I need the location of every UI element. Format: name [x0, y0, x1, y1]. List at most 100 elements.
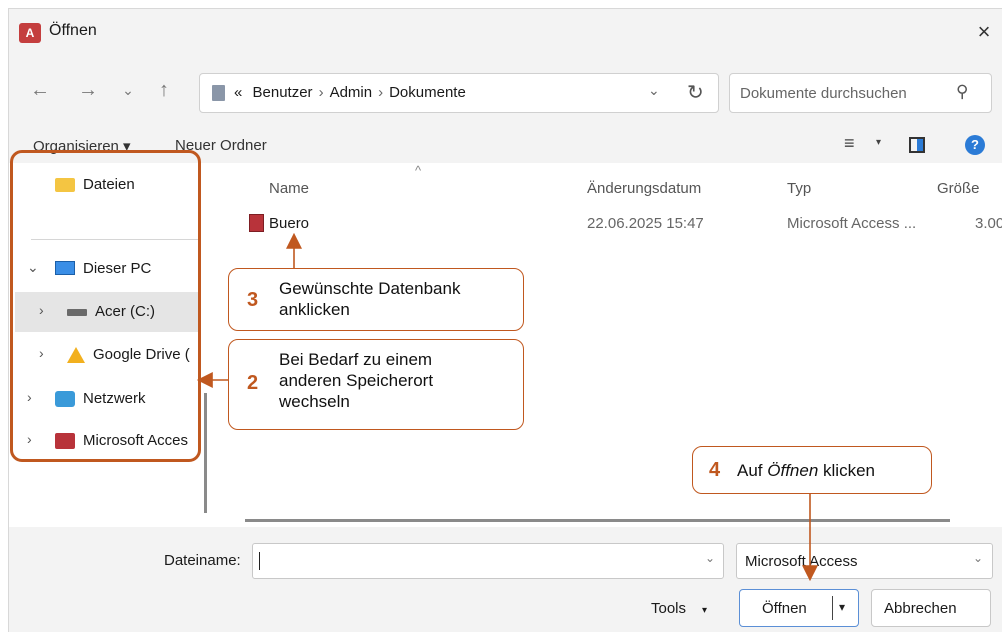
title-bar: A Öffnen ×: [9, 9, 1002, 55]
column-header-date[interactable]: Änderungsdatum: [587, 180, 701, 197]
address-bar[interactable]: « Benutzer › Admin › Dokumente ⌄ ↻: [199, 73, 719, 113]
sidebar-item-netzwerk[interactable]: › Netzwerk: [9, 379, 199, 419]
breadcrumb-dokumente[interactable]: Dokumente: [389, 84, 466, 101]
access-file-icon: [249, 214, 264, 232]
sidebar-scrollbar[interactable]: [204, 393, 207, 513]
breadcrumb-overflow-icon[interactable]: «: [234, 84, 242, 101]
dialog-footer: Dateiname: ⌄ Microsoft Access ⌄ Tools ▾ Ö…: [9, 527, 1002, 632]
dialog-title: Öffnen: [49, 22, 97, 39]
network-icon: [55, 391, 75, 407]
search-placeholder: Dokumente durchsuchen: [740, 85, 907, 102]
table-row[interactable]: Buero 22.06.2025 15:47 Microsoft Access …: [237, 209, 1002, 239]
column-header-size[interactable]: Größe: [937, 180, 980, 197]
sidebar-item-label: Dateien: [83, 176, 135, 193]
sidebar-item-label: Dieser PC: [83, 260, 152, 277]
new-folder-button[interactable]: Neuer Ordner: [175, 137, 267, 154]
file-name[interactable]: Buero: [269, 215, 309, 232]
breadcrumb-benutzer[interactable]: Benutzer: [247, 84, 313, 101]
sidebar-item-google-drive[interactable]: › Google Drive (: [9, 335, 201, 375]
tools-dropdown-icon: ▾: [702, 605, 708, 616]
collapsed-chevron-icon[interactable]: ›: [39, 345, 44, 361]
column-header-type[interactable]: Typ: [787, 180, 811, 197]
sidebar-item-label: Acer (C:): [95, 303, 155, 320]
split-divider: [832, 596, 833, 620]
documents-icon: [212, 85, 225, 101]
callout-step-3: 3 Gewünschte Datenbank anklicken: [228, 268, 524, 331]
tools-label: Tools: [651, 600, 687, 617]
forward-arrow-icon[interactable]: →: [73, 75, 103, 105]
callout-text: Bei Bedarf zu einem anderen Speicherort …: [279, 349, 433, 412]
breadcrumb-separator-icon[interactable]: ›: [313, 84, 330, 101]
file-type-value: Microsoft Access: [745, 553, 858, 570]
view-dropdown-icon[interactable]: ▾: [876, 137, 881, 148]
sidebar-item-label: Netzwerk: [83, 390, 146, 407]
breadcrumb-admin[interactable]: Admin: [330, 84, 373, 101]
access-icon: [55, 433, 75, 449]
view-options-icon[interactable]: ≡: [844, 133, 855, 154]
folder-icon: [55, 178, 75, 192]
chevron-down-icon[interactable]: ⌄: [705, 551, 715, 565]
cancel-button-label: Abbrechen: [884, 600, 957, 617]
google-drive-icon: [67, 347, 85, 363]
drive-icon: [67, 309, 87, 316]
expanded-chevron-icon[interactable]: ⌄: [27, 259, 39, 276]
sidebar-item-dieser-pc[interactable]: ⌄ Dieser PC: [9, 249, 199, 289]
callout-line: anklicken: [279, 300, 350, 319]
callout-step-4: 4 Auf Öffnen klicken: [692, 446, 932, 494]
cancel-button[interactable]: Abbrechen: [871, 589, 991, 627]
step-number: 4: [709, 459, 721, 481]
preview-pane-icon[interactable]: [909, 137, 925, 153]
callout-line: wechseln: [279, 392, 350, 411]
navigation-pane: Dateien ⌄ Dieser PC › Acer (C:) › Google…: [9, 163, 217, 527]
callout-emphasis: Öffnen: [767, 461, 819, 480]
sidebar-item-microsoft-access[interactable]: › Microsoft Acces: [9, 421, 199, 461]
sidebar-item-dateien[interactable]: Dateien: [9, 165, 199, 205]
callout-line: Gewünschte Datenbank: [279, 279, 461, 298]
filename-label: Dateiname:: [164, 552, 241, 569]
refresh-icon[interactable]: ↻: [687, 80, 704, 105]
open-button[interactable]: Öffnen ▾: [739, 589, 859, 627]
search-box[interactable]: Dokumente durchsuchen ⚲: [729, 73, 992, 113]
recent-locations-chevron-icon[interactable]: ⌄: [113, 75, 143, 105]
callout-line: Bei Bedarf zu einem: [279, 350, 433, 369]
sort-ascending-icon: ^: [415, 163, 422, 178]
callout-suffix: klicken: [818, 461, 875, 480]
sidebar-item-label: Google Drive (: [93, 346, 190, 363]
tools-menu-button[interactable]: Tools ▾: [651, 600, 707, 617]
access-app-icon: A: [19, 23, 41, 43]
file-date: 22.06.2025 15:47: [587, 215, 704, 232]
horizontal-scrollbar[interactable]: [245, 519, 950, 522]
open-button-label: Öffnen: [762, 600, 807, 617]
breadcrumb-separator-icon[interactable]: ›: [372, 84, 389, 101]
file-size: 3.000: [975, 215, 1002, 232]
collapsed-chevron-icon[interactable]: ›: [27, 389, 32, 405]
callout-prefix: Auf: [737, 461, 768, 480]
pc-icon: [55, 261, 75, 275]
organize-button[interactable]: Organisieren ▾: [33, 137, 131, 155]
collapsed-chevron-icon[interactable]: ›: [39, 302, 44, 318]
callout-text: Gewünschte Datenbank anklicken: [279, 278, 460, 320]
chevron-down-icon[interactable]: ⌄: [973, 551, 983, 565]
step-number: 3: [247, 289, 259, 311]
file-type-select[interactable]: Microsoft Access ⌄: [736, 543, 993, 579]
sidebar-item-acer-c[interactable]: › Acer (C:): [15, 292, 199, 332]
back-arrow-icon[interactable]: ←: [25, 75, 55, 105]
file-type: Microsoft Access ...: [787, 215, 917, 232]
step-number: 2: [247, 372, 259, 394]
open-options-dropdown-icon[interactable]: ▾: [839, 600, 845, 614]
navigation-bar: ← → ⌄ ↑ « Benutzer › Admin › Dokumente ⌄ ↻ D…: [9, 55, 1002, 127]
close-button[interactable]: ×: [969, 17, 999, 47]
address-history-chevron-icon[interactable]: ⌄: [648, 82, 660, 99]
sidebar-divider: [31, 239, 199, 240]
sidebar-item-label: Microsoft Acces: [83, 432, 189, 449]
up-arrow-icon[interactable]: ↑: [149, 75, 179, 105]
callout-line: anderen Speicherort: [279, 371, 434, 390]
collapsed-chevron-icon[interactable]: ›: [27, 431, 32, 447]
callout-step-2: 2 Bei Bedarf zu einem anderen Speicheror…: [228, 339, 524, 430]
help-icon[interactable]: ?: [965, 135, 985, 155]
column-header-name[interactable]: Name: [269, 180, 309, 197]
callout-text: Auf Öffnen klicken: [737, 460, 875, 481]
search-icon[interactable]: ⚲: [956, 82, 968, 102]
breadcrumb: « Benutzer › Admin › Dokumente: [234, 84, 466, 101]
filename-input[interactable]: ⌄: [252, 543, 724, 579]
